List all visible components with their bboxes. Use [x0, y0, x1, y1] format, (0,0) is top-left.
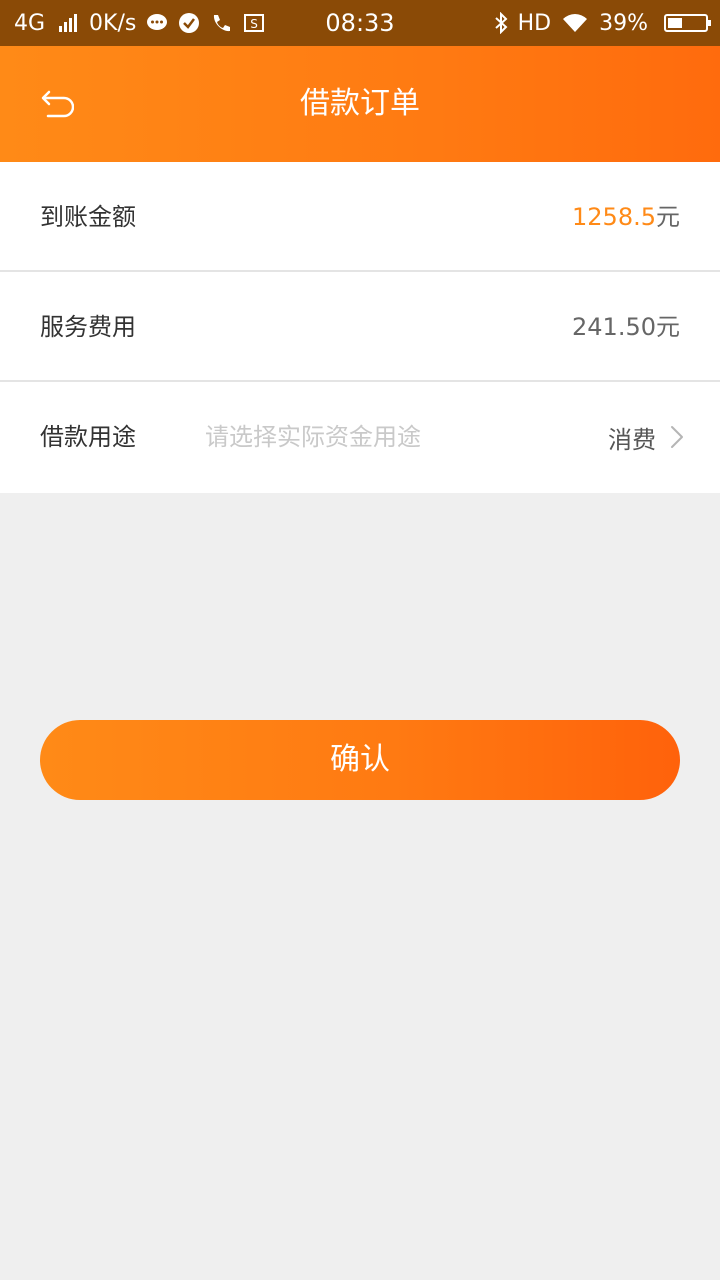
arrival-amount-unit: 元	[656, 203, 680, 231]
loan-purpose-placeholder: 请选择实际资金用途	[205, 423, 421, 451]
battery-percent: 39%	[599, 10, 648, 36]
battery-icon	[664, 14, 711, 32]
loan-purpose-label: 借款用途	[40, 423, 136, 451]
status-bar-right: HD 39%	[494, 0, 711, 46]
order-detail-list: 到账金额 1258.5元 服务费用 241.50元 借款用途 请选择实际资金用途…	[0, 162, 720, 493]
confirm-button[interactable]: 确认	[40, 720, 680, 800]
chevron-right-icon	[671, 426, 683, 448]
battery-level	[668, 18, 683, 28]
hd-label: HD	[517, 10, 552, 36]
wifi-icon	[561, 13, 589, 33]
bluetooth-icon	[494, 12, 508, 34]
arrival-amount-number: 1258.5	[572, 203, 656, 231]
loan-order-screen: 4G 0K/s S 08:33 HD 39% 借款订单 到账金额 1258.5元…	[0, 0, 720, 1280]
loan-purpose-row[interactable]: 借款用途 请选择实际资金用途 消费	[0, 382, 720, 493]
back-icon[interactable]	[38, 88, 75, 124]
loan-purpose-select[interactable]: 消费	[608, 382, 684, 492]
header: 借款订单	[0, 46, 720, 162]
arrival-amount-label: 到账金额	[40, 203, 136, 231]
page-title: 借款订单	[300, 86, 420, 121]
arrival-amount-value: 1258.5元	[572, 162, 680, 272]
loan-purpose-value: 消费	[608, 425, 656, 454]
service-fee-row: 服务费用 241.50元	[0, 272, 720, 382]
status-bar: 4G 0K/s S 08:33 HD 39%	[0, 0, 720, 46]
service-fee-label: 服务费用	[40, 313, 136, 341]
service-fee-value: 241.50元	[572, 313, 680, 341]
arrival-amount-row: 到账金额 1258.5元	[0, 162, 720, 272]
